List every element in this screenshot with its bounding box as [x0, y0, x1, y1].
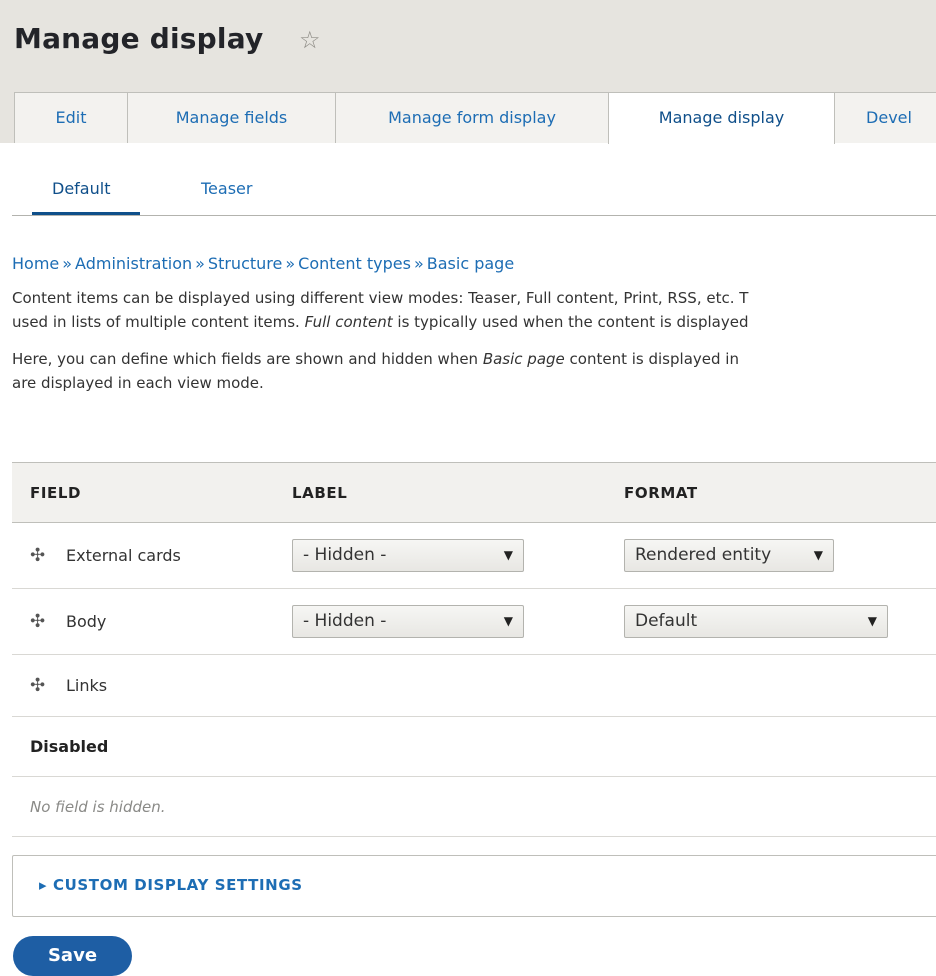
breadcrumb-home[interactable]: Home: [12, 254, 59, 273]
chevron-down-icon: ▼: [867, 614, 877, 628]
breadcrumb-separator: »: [62, 254, 73, 273]
tab-manage-form-display[interactable]: Manage form display: [335, 92, 609, 143]
tab-default[interactable]: Default: [52, 179, 110, 198]
label-cell: - Hidden - ▼: [274, 522, 606, 589]
select-value: Rendered entity: [635, 545, 772, 565]
drag-handle-icon[interactable]: ✣: [30, 545, 50, 566]
select-value: - Hidden -: [303, 545, 387, 565]
active-tab-indicator: [32, 212, 140, 215]
select-value: Default: [635, 611, 698, 631]
field-name: External cards: [66, 546, 181, 565]
help-text-fields: Here, you can define which fields are sh…: [12, 347, 936, 395]
help-text-emphasis: Full content: [304, 313, 393, 331]
help-text-line: Here, you can define which fields are sh…: [12, 350, 483, 368]
select-value: - Hidden -: [303, 611, 387, 631]
help-text-line: used in lists of multiple content items.: [12, 313, 305, 331]
column-header-field: FIELD: [30, 483, 82, 502]
breadcrumb-separator: »: [413, 254, 424, 273]
field-cell: ✣ External cards: [12, 522, 274, 589]
primary-tabs: Edit Manage fields Manage form display M…: [0, 92, 936, 144]
tab-devel[interactable]: Devel: [834, 92, 936, 143]
page-title: Manage display: [14, 22, 264, 55]
table-row: ✣ Links: [12, 654, 936, 717]
breadcrumb-administration[interactable]: Administration: [75, 254, 192, 273]
tab-teaser[interactable]: Teaser: [201, 179, 252, 198]
field-cell: ✣ Links: [12, 654, 274, 717]
label-cell: - Hidden - ▼: [274, 588, 606, 655]
custom-display-settings-toggle[interactable]: ▸ CUSTOM DISPLAY SETTINGS: [39, 876, 303, 894]
breadcrumb-separator: »: [195, 254, 205, 273]
breadcrumb-content-types[interactable]: Content types: [298, 254, 411, 273]
page-header: Manage display ☆ Edit Manage fields Mana…: [0, 0, 936, 144]
label-select[interactable]: - Hidden - ▼: [292, 539, 524, 572]
custom-display-settings-details: ▸ CUSTOM DISPLAY SETTINGS: [12, 855, 936, 917]
label-cell: [274, 654, 606, 717]
table-row: ✣ External cards - Hidden - ▼ Rendered en…: [12, 522, 936, 589]
chevron-down-icon: ▼: [503, 614, 513, 628]
drag-handle-icon[interactable]: ✣: [30, 611, 50, 632]
column-header-label: LABEL: [292, 483, 348, 502]
help-text-line: content is displayed in: [564, 350, 739, 368]
label-select[interactable]: - Hidden - ▼: [292, 605, 524, 638]
tab-manage-fields[interactable]: Manage fields: [127, 92, 336, 143]
help-text-line: Content items can be displayed using dif…: [12, 289, 749, 307]
help-text-line: is typically used when the content is di…: [392, 313, 749, 331]
field-cell: ✣ Body: [12, 588, 274, 655]
chevron-down-icon: ▼: [503, 548, 513, 562]
empty-region-row: No field is hidden.: [12, 776, 936, 837]
help-text-view-modes: Content items can be displayed using dif…: [12, 286, 936, 334]
breadcrumb-separator: »: [285, 254, 296, 273]
custom-display-settings-label: CUSTOM DISPLAY SETTINGS: [52, 876, 303, 894]
format-cell: Default ▼: [606, 588, 936, 655]
format-cell: [606, 654, 936, 717]
breadcrumb-structure[interactable]: Structure: [208, 254, 282, 273]
secondary-tabs: Default Teaser: [12, 143, 936, 216]
help-text-emphasis: Basic page: [482, 350, 565, 368]
format-select[interactable]: Rendered entity ▼: [624, 539, 834, 572]
table-header-row: FIELD LABEL FORMAT: [12, 462, 936, 523]
breadcrumb-basic-page[interactable]: Basic page: [427, 254, 514, 273]
triangle-right-icon: ▸: [39, 876, 48, 894]
star-icon[interactable]: ☆: [299, 26, 321, 54]
help-text-line: are displayed in each view mode.: [12, 374, 264, 392]
disabled-region-row: Disabled: [12, 716, 936, 777]
tab-edit[interactable]: Edit: [14, 92, 128, 143]
format-select[interactable]: Default ▼: [624, 605, 888, 638]
field-name: Body: [66, 612, 107, 631]
table-row: ✣ Body - Hidden - ▼ Default ▼: [12, 588, 936, 655]
save-button[interactable]: Save: [13, 936, 132, 976]
format-cell: Rendered entity ▼: [606, 522, 936, 589]
disabled-region-title: Disabled: [12, 716, 936, 777]
field-display-table: FIELD LABEL FORMAT ✣ External cards - Hid…: [12, 462, 936, 837]
breadcrumb: Home» Administration» Structure» Content ty…: [12, 254, 514, 273]
field-name: Links: [66, 676, 108, 695]
drag-handle-icon[interactable]: ✣: [30, 675, 50, 696]
column-header-format: FORMAT: [624, 483, 698, 502]
tab-manage-display[interactable]: Manage display: [608, 92, 835, 144]
empty-region-message: No field is hidden.: [12, 776, 936, 837]
chevron-down-icon: ▼: [813, 548, 823, 562]
